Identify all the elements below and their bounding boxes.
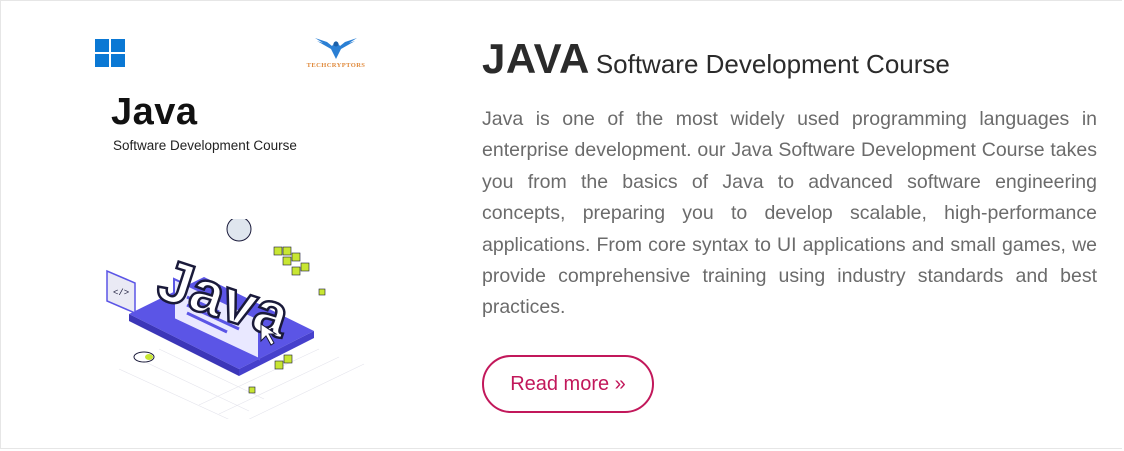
- thumbnail-subtitle: Software Development Course: [113, 138, 297, 153]
- course-thumbnail[interactable]: TECHCRYPTORS Java Software Development C…: [89, 31, 379, 421]
- course-title-main: JAVA: [482, 35, 590, 82]
- code-tag-text: </>: [113, 288, 129, 298]
- windows-icon: [95, 39, 125, 67]
- eagle-icon: [315, 38, 357, 59]
- course-card: TECHCRYPTORS Java Software Development C…: [0, 0, 1122, 449]
- logo-text: TECHCRYPTORS: [306, 62, 366, 69]
- course-heading: JAVA Software Development Course: [482, 35, 950, 83]
- thumbnail-title: Java: [111, 91, 198, 133]
- read-more-button[interactable]: Read more »: [482, 355, 654, 413]
- course-title-sub: Software Development Course: [595, 49, 950, 79]
- java-isometric-illustration: Java </>: [106, 219, 365, 419]
- course-description: Java is one of the most widely used prog…: [482, 108, 1097, 319]
- techcryptors-logo: TECHCRYPTORS: [301, 37, 371, 73]
